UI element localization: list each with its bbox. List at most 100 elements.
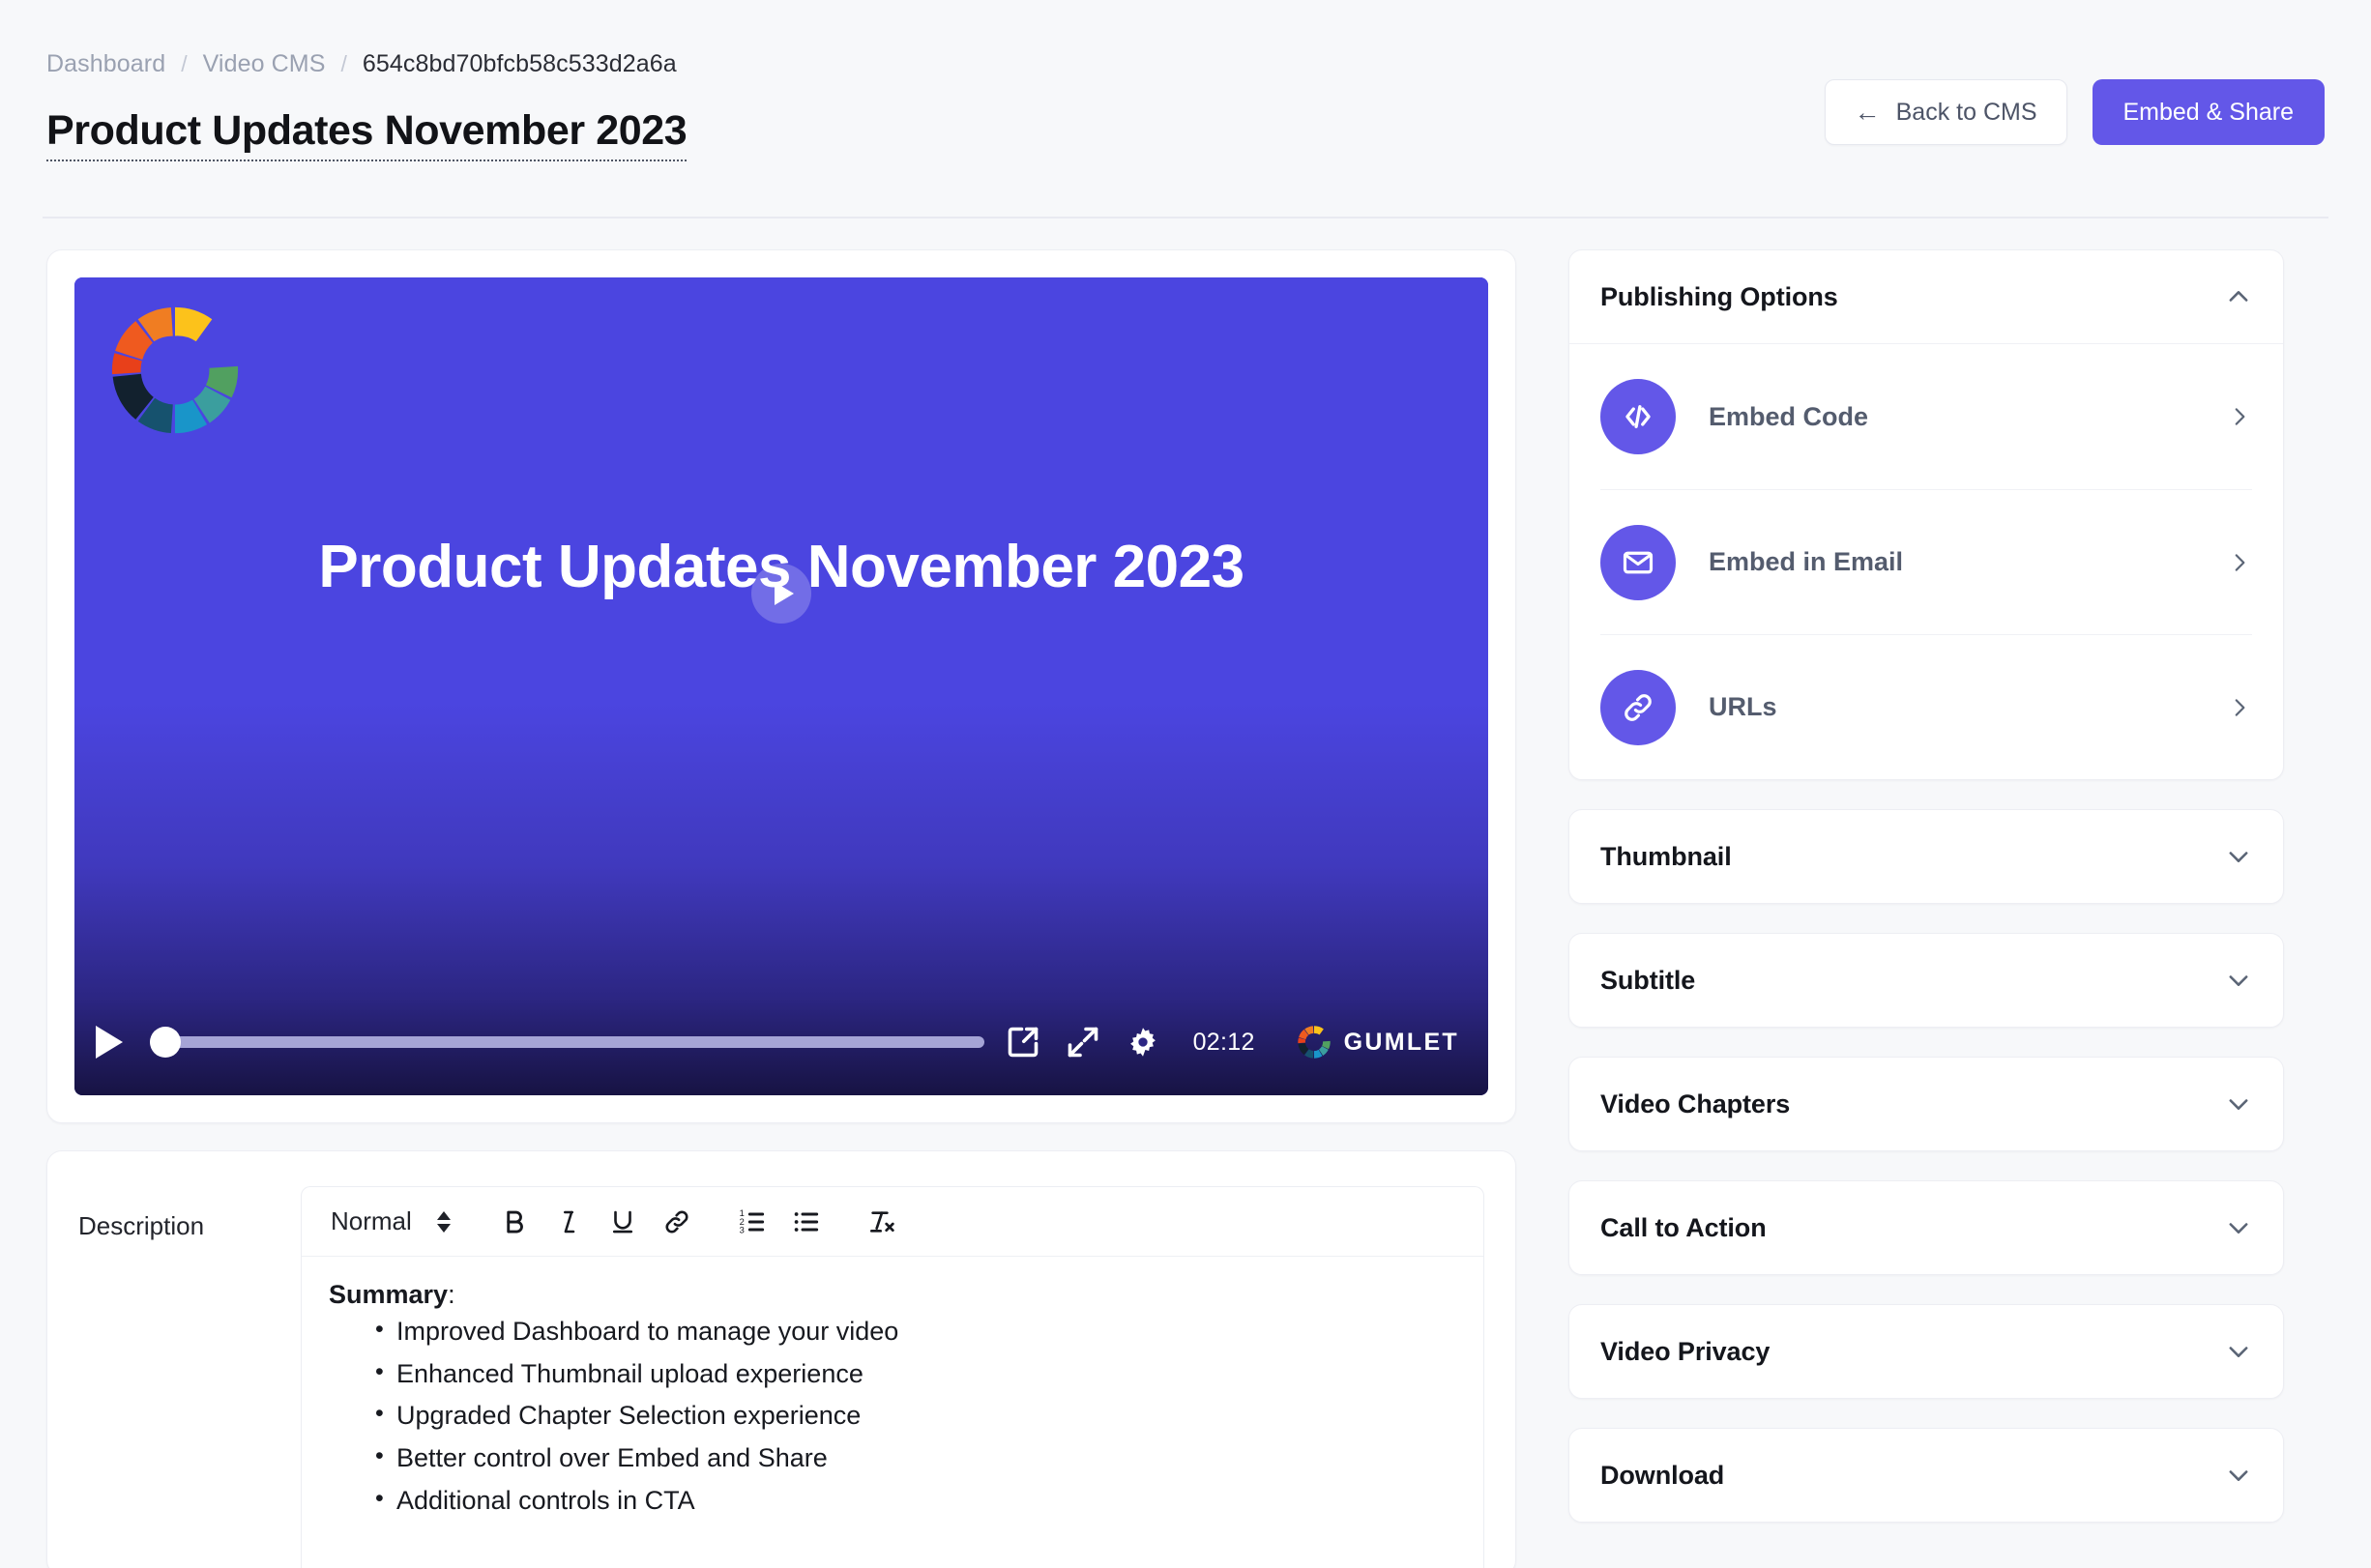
- publishing-option-embed-code[interactable]: Embed Code: [1600, 344, 2252, 489]
- play-icon[interactable]: [96, 1026, 123, 1059]
- bold-button[interactable]: [487, 1195, 542, 1249]
- description-label: Description: [78, 1211, 205, 1240]
- section-subtitle[interactable]: Subtitle: [1568, 933, 2284, 1028]
- back-to-cms-button[interactable]: ← Back to CMS: [1824, 79, 2067, 145]
- breadcrumb-item-current: 654c8bd70bfcb58c533d2a6a: [362, 50, 677, 77]
- publishing-option-urls[interactable]: URLs: [1600, 634, 2252, 779]
- breadcrumb-item-video-cms[interactable]: Video CMS: [203, 52, 326, 76]
- seek-track: [150, 1036, 984, 1048]
- editor-toolbar: Normal 1 2 3: [302, 1187, 1483, 1257]
- ordered-list-button[interactable]: 1 2 3: [725, 1195, 779, 1249]
- main-column: Product Updates November 2023 02:12 GUML…: [46, 249, 1516, 1568]
- section-thumbnail-header[interactable]: Thumbnail: [1569, 810, 2283, 903]
- section-video-privacy[interactable]: Video Privacy: [1568, 1304, 2284, 1399]
- breadcrumb-item-dashboard[interactable]: Dashboard: [46, 52, 165, 76]
- underline-icon: [612, 1210, 632, 1233]
- section-video-chapters[interactable]: Video Chapters: [1568, 1057, 2284, 1151]
- section-title: Call to Action: [1600, 1212, 1767, 1242]
- fullscreen-expand-icon[interactable]: [1066, 1025, 1100, 1060]
- section-download-header[interactable]: Download: [1569, 1429, 2283, 1522]
- publishing-option-embed-in-email[interactable]: Embed in Email: [1600, 489, 2252, 634]
- publishing-option-label: Embed Code: [1709, 401, 1869, 431]
- arrow-left-icon: ←: [1854, 97, 1881, 127]
- section-call-to-action[interactable]: Call to Action: [1568, 1180, 2284, 1275]
- breadcrumb-separator: /: [181, 51, 188, 76]
- chevron-right-icon[interactable]: [2227, 695, 2252, 720]
- chevron-down-icon[interactable]: [2225, 1462, 2252, 1489]
- publishing-options-title: Publishing Options: [1600, 281, 1838, 311]
- chevron-down-icon[interactable]: [2225, 967, 2252, 994]
- clear-format-button[interactable]: [855, 1195, 909, 1249]
- chevron-down-icon[interactable]: [2225, 843, 2252, 870]
- play-icon: [774, 582, 794, 605]
- underline-button[interactable]: [596, 1195, 650, 1249]
- list-item: Improved Dashboard to manage your video: [375, 1317, 1456, 1347]
- link-icon-glyph: [1625, 693, 1652, 721]
- chevron-up-icon[interactable]: [2225, 283, 2252, 310]
- publishing-options-header[interactable]: Publishing Options: [1569, 250, 2283, 343]
- code-icon-glyph: [1625, 405, 1651, 428]
- gumlet-color-wheel-icon: [1297, 1026, 1331, 1059]
- chevron-down-icon[interactable]: [2225, 1214, 2252, 1241]
- section-download[interactable]: Download: [1568, 1428, 2284, 1523]
- section-title: Download: [1600, 1460, 1725, 1490]
- section-title: Thumbnail: [1600, 841, 1732, 871]
- chevron-right-icon[interactable]: [2227, 404, 2252, 429]
- back-to-cms-label: Back to CMS: [1895, 98, 2037, 126]
- link-button[interactable]: [650, 1195, 704, 1249]
- publishing-options-panel: Publishing Options Embed Code Embed in E…: [1568, 249, 2284, 780]
- video-player[interactable]: Product Updates November 2023 02:12 GUML…: [74, 277, 1488, 1095]
- header-divider: [43, 217, 2328, 218]
- section-call-to-action-header[interactable]: Call to Action: [1569, 1181, 2283, 1274]
- summary-heading-suffix: :: [448, 1280, 455, 1309]
- publishing-options-body: Embed Code Embed in Email URLs: [1569, 343, 2283, 779]
- italic-button[interactable]: [542, 1195, 596, 1249]
- play-overlay-button[interactable]: [751, 564, 811, 624]
- seek-handle[interactable]: [150, 1027, 181, 1058]
- description-editor: Normal 1 2 3 Summary: • Improved Dashboa…: [301, 1186, 1484, 1568]
- bullet-list-button[interactable]: [779, 1195, 834, 1249]
- envelope-icon-glyph: [1623, 551, 1654, 573]
- ordered-list-icon: 1 2 3: [739, 1208, 764, 1234]
- gumlet-color-wheel-icon: [111, 306, 239, 434]
- page-title[interactable]: Product Updates November 2023: [46, 107, 688, 161]
- chevron-down-icon[interactable]: [2225, 1090, 2252, 1118]
- sidebar: Publishing Options Embed Code Embed in E…: [1568, 249, 2284, 1552]
- block-format-value: Normal: [331, 1206, 412, 1235]
- page-layout: Product Updates November 2023 02:12 GUML…: [0, 218, 2371, 1568]
- svg-text:3: 3: [739, 1225, 744, 1234]
- chevron-right-icon[interactable]: [2227, 550, 2252, 575]
- video-player-card: Product Updates November 2023 02:12 GUML…: [46, 249, 1516, 1123]
- section-title: Subtitle: [1600, 965, 1696, 995]
- page-header: Dashboard / Video CMS / 654c8bd70bfcb58c…: [0, 0, 2371, 218]
- seek-bar[interactable]: [150, 1027, 984, 1058]
- list-item: Better control over Embed and Share: [375, 1443, 1456, 1473]
- player-controls: 02:12 GUMLET: [74, 989, 1488, 1095]
- chevron-down-icon[interactable]: [2225, 1338, 2252, 1365]
- bullet-list-icon: [794, 1211, 818, 1232]
- section-video-privacy-header[interactable]: Video Privacy: [1569, 1305, 2283, 1398]
- embed-and-share-button[interactable]: Embed & Share: [2092, 79, 2325, 145]
- link-icon: [1600, 669, 1676, 745]
- section-title: Video Chapters: [1600, 1089, 1791, 1118]
- list-item: Upgraded Chapter Selection experience: [375, 1401, 1456, 1431]
- breadcrumb-separator: /: [340, 51, 347, 76]
- section-thumbnail[interactable]: Thumbnail: [1568, 809, 2284, 904]
- publishing-option-label: Embed in Email: [1709, 547, 1904, 576]
- section-video-chapters-header[interactable]: Video Chapters: [1569, 1058, 2283, 1150]
- gear-icon[interactable]: [1126, 1025, 1160, 1060]
- section-subtitle-header[interactable]: Subtitle: [1569, 934, 2283, 1027]
- italic-icon: [563, 1210, 575, 1233]
- description-content[interactable]: Summary: Improved Dashboard to manage yo…: [302, 1257, 1483, 1542]
- gumlet-brand: GUMLET: [1296, 1024, 1459, 1060]
- clear-formatting-icon: [869, 1210, 894, 1233]
- block-format-select[interactable]: Normal: [323, 1206, 466, 1236]
- current-time-label: 02:12: [1192, 1028, 1255, 1056]
- bold-icon: [507, 1210, 523, 1233]
- code-icon: [1600, 379, 1676, 454]
- section-title: Video Privacy: [1600, 1336, 1771, 1366]
- player-control-icons: 02:12 GUMLET: [1006, 1024, 1463, 1060]
- external-link-icon[interactable]: [1006, 1025, 1040, 1060]
- gumlet-wordmark: GUMLET: [1343, 1028, 1459, 1056]
- list-item: Additional controls in CTA: [375, 1486, 1456, 1516]
